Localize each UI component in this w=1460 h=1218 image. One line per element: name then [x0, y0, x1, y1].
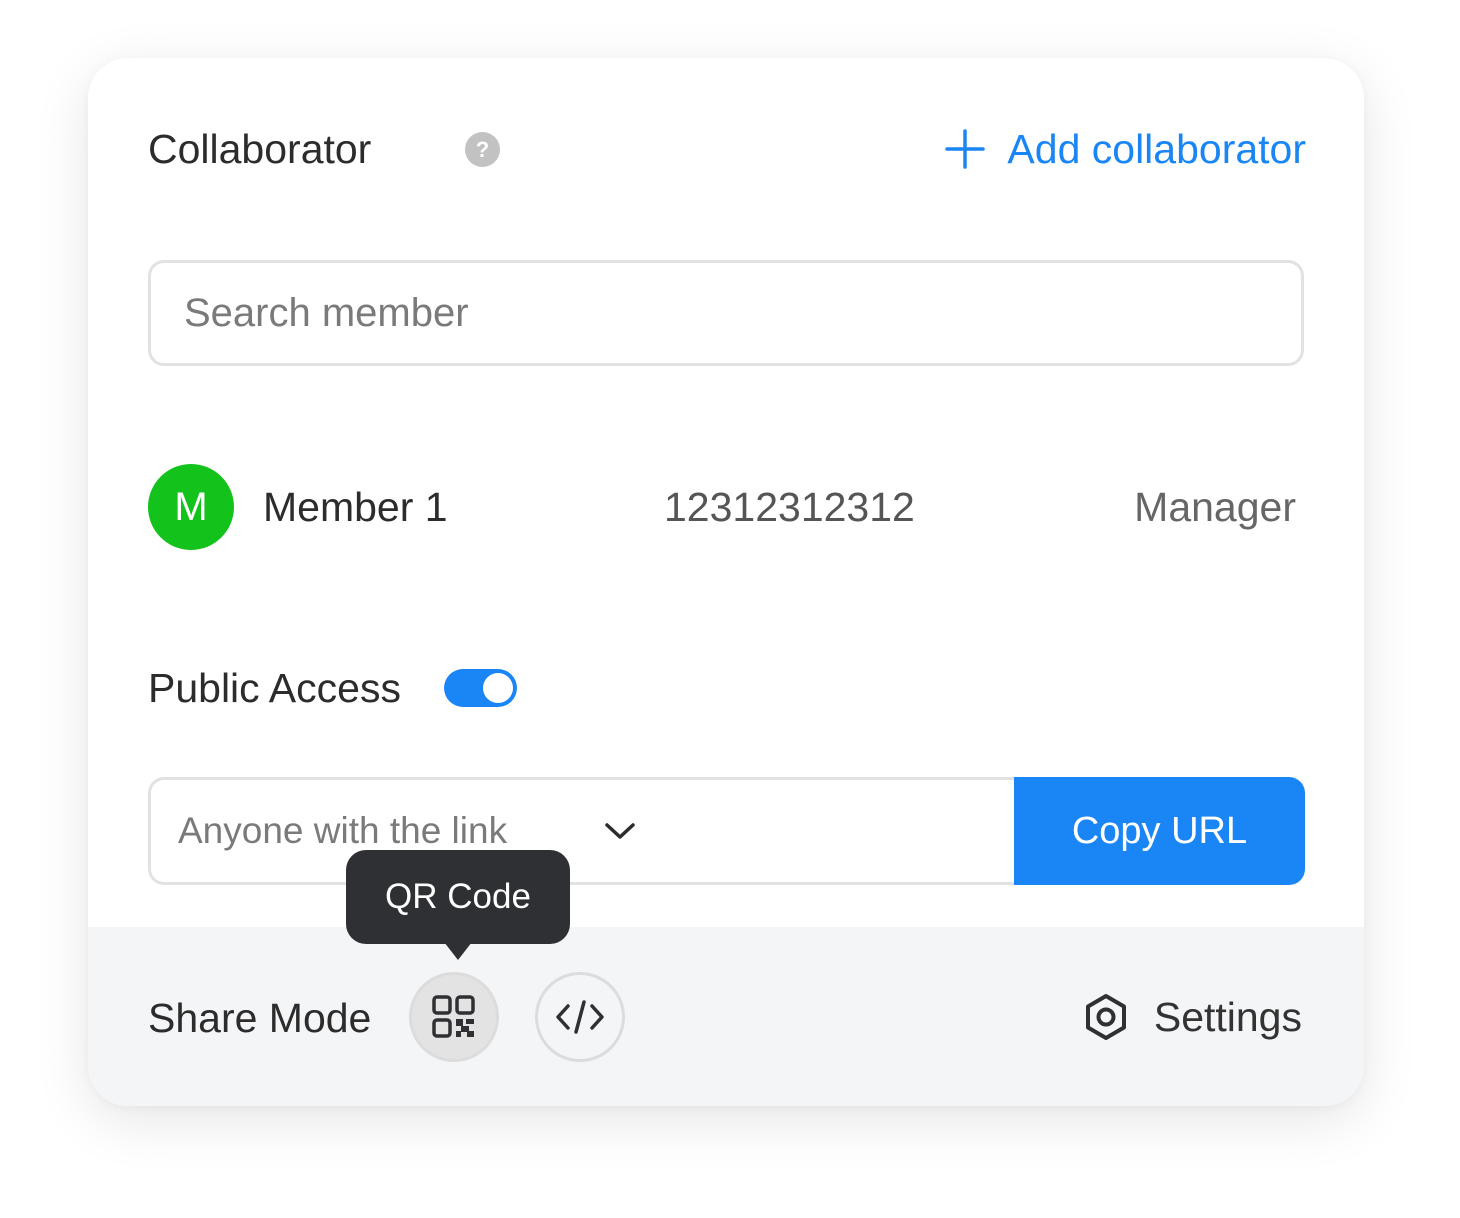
add-collaborator-button[interactable]: Add collaborator: [945, 124, 1306, 174]
add-collaborator-label: Add collaborator: [1007, 125, 1306, 172]
link-access-select[interactable]: Anyone with the link: [148, 777, 1028, 885]
share-mode-label: Share Mode: [148, 995, 372, 1041]
public-access-row: Public Access: [148, 663, 648, 713]
avatar: M: [148, 464, 234, 550]
qr-code-mode-button[interactable]: [409, 972, 499, 1062]
tooltip-arrow: [444, 942, 472, 960]
settings-label: Settings: [1153, 993, 1302, 1040]
public-access-label: Public Access: [148, 665, 401, 711]
member-name: Member 1: [263, 484, 448, 530]
search-field: [148, 260, 1304, 366]
chevron-down-icon: [605, 823, 635, 839]
settings-button[interactable]: Settings: [1084, 989, 1302, 1045]
settings-icon: [1085, 994, 1126, 1040]
copy-url-button[interactable]: Copy URL: [1014, 777, 1305, 885]
collaborator-title: Collaborator: [148, 126, 372, 172]
qr-code-icon: [432, 995, 475, 1038]
qr-code-tooltip: QR Code: [346, 850, 570, 944]
link-row: Anyone with the link Copy URL: [148, 777, 1305, 885]
member-row: M Member 1 12312312312 Manager: [148, 464, 1298, 550]
share-mode-footer: Share Mode Settings: [88, 927, 1364, 1106]
member-phone: 12312312312: [664, 484, 915, 530]
plus-icon: [945, 129, 986, 169]
member-role[interactable]: Manager: [1134, 464, 1296, 550]
embed-code-mode-button[interactable]: [535, 972, 625, 1062]
question-icon[interactable]: ?: [465, 132, 500, 167]
public-access-toggle[interactable]: [444, 669, 517, 707]
toggle-knob: [483, 673, 513, 703]
share-panel: Collaborator ? Add collaborator M Member…: [88, 58, 1364, 1106]
code-icon: [556, 1000, 604, 1034]
collaborator-header: Collaborator ? Add collaborator: [148, 124, 1306, 174]
search-input[interactable]: [151, 263, 1301, 363]
